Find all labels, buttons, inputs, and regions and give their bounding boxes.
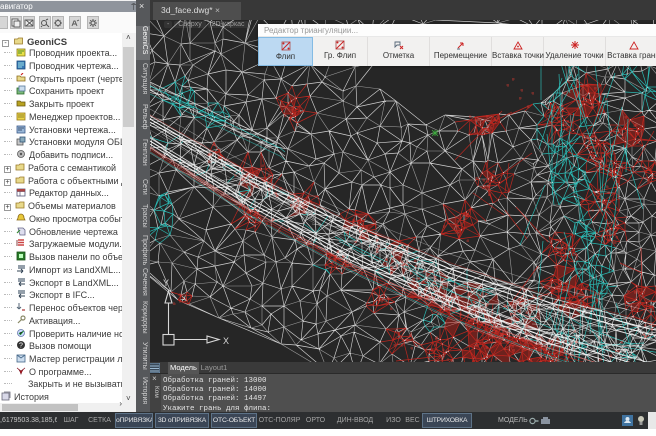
svg-text:?: ? xyxy=(19,343,23,350)
svg-text:Y: Y xyxy=(163,278,169,288)
svg-text:X: X xyxy=(223,336,229,346)
